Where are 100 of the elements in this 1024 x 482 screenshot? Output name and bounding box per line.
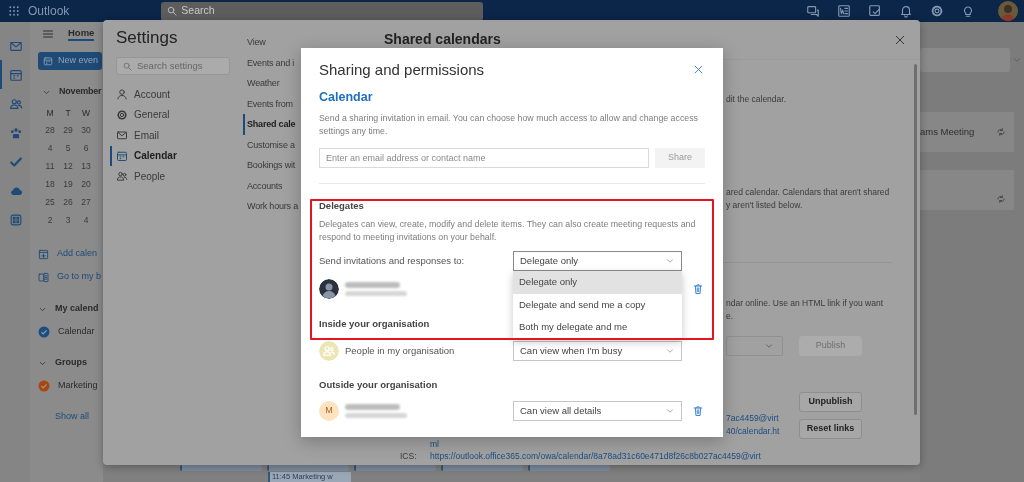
day-cell[interactable]: 2 <box>41 211 59 229</box>
event-title: ams Meeting <box>920 124 975 139</box>
day-cell[interactable]: 11 <box>41 157 59 175</box>
settings-category[interactable]: People <box>110 166 235 187</box>
day-cell[interactable]: 13 <box>77 157 95 175</box>
event-card[interactable]: ams Meeting <box>920 112 1014 152</box>
dropdown[interactable]: Can view all details <box>513 401 682 421</box>
select-field[interactable] <box>920 48 1010 72</box>
day-cell[interactable]: 18 <box>41 175 59 193</box>
settings-category[interactable]: Account <box>110 84 235 105</box>
description-text: e. <box>726 310 735 323</box>
avatar[interactable] <box>998 1 1018 21</box>
avatar: M <box>319 401 339 421</box>
app-name: Outlook <box>28 3 70 20</box>
email-field[interactable]: Enter an email address or contact name <box>319 148 649 168</box>
checkmark-icon <box>9 154 23 169</box>
unpublish-button[interactable]: Unpublish <box>799 391 862 412</box>
day-cell[interactable]: 19 <box>59 175 77 193</box>
description-text: dit the calendar. <box>726 93 787 106</box>
search-icon <box>167 6 178 16</box>
settings-category[interactable]: Email <box>110 125 235 146</box>
link[interactable]: 40/calendar.ht <box>726 424 799 438</box>
people-icon <box>116 170 128 183</box>
search-field[interactable]: Search settings <box>116 57 230 75</box>
close-button[interactable] <box>693 64 705 76</box>
day-cell[interactable]: 6 <box>77 139 95 157</box>
day-cell[interactable]: 28 <box>41 121 59 139</box>
settings-icon <box>116 108 128 121</box>
lightbulb-icon[interactable] <box>961 4 975 18</box>
menu-icon[interactable] <box>42 28 54 40</box>
chat-icon[interactable] <box>806 4 820 18</box>
group-heading[interactable]: My calend <box>55 302 99 316</box>
day-cell[interactable]: 12 <box>59 157 77 175</box>
day-cell[interactable]: 29 <box>59 121 77 139</box>
settings-title: Settings <box>116 27 179 49</box>
close-button[interactable] <box>894 33 906 46</box>
day-cell[interactable]: 20 <box>77 175 95 193</box>
settings-category[interactable]: General <box>110 104 235 125</box>
search-icon <box>123 61 132 71</box>
reset-links-button[interactable]: Reset links <box>799 418 862 439</box>
calendar-name[interactable]: Calendar <box>58 325 95 339</box>
group-heading[interactable]: Groups <box>55 356 87 370</box>
description-text: ared calendar. Calendars that aren't shared <box>726 186 891 199</box>
dropdown[interactable]: Can view when I'm busy <box>513 341 682 361</box>
sidebar-link[interactable]: Add calen <box>57 247 98 261</box>
trash-icon <box>692 283 704 295</box>
dropdown[interactable]: Delegate only <box>513 251 682 271</box>
group-avatar <box>319 341 339 361</box>
checked-note-icon[interactable] <box>868 4 882 18</box>
day-cell[interactable]: 3 <box>59 211 77 229</box>
day-cell[interactable]: 4 <box>77 211 95 229</box>
chevron-down-icon <box>1012 55 1022 65</box>
chevron-down-icon <box>665 346 675 356</box>
dropdown[interactable] <box>726 335 783 356</box>
app-launcher-icon[interactable] <box>8 5 20 17</box>
add-calendar-icon <box>38 248 49 260</box>
settings-icon[interactable] <box>930 4 944 18</box>
day-cell[interactable]: 27 <box>77 193 95 211</box>
document-icon[interactable] <box>837 4 851 18</box>
people-icon <box>9 96 23 111</box>
link[interactable]: ml <box>430 437 920 450</box>
description-text: ndar online. Use an HTML link if you want <box>726 297 884 310</box>
event-bar[interactable] <box>354 465 436 471</box>
delete-button[interactable] <box>692 405 704 417</box>
settings-category[interactable]: Calendar <box>110 145 235 166</box>
delete-button[interactable] <box>692 283 704 295</box>
description-text: Send a sharing invitation in email. You can choose how much access to allow and change access settings any time. <box>319 112 699 138</box>
panel-title: Shared calendars <box>384 30 501 49</box>
link[interactable]: https://outlook.office365.com/owa/calendar/8a78ad31c60e471d8f26c8b027ac4459@virt <box>430 449 761 462</box>
day-cell[interactable]: 25 <box>41 193 59 211</box>
event-bar[interactable] <box>441 465 523 471</box>
search-field[interactable]: Search <box>161 1 484 21</box>
event-bar[interactable] <box>528 465 610 471</box>
section-heading: Delegates <box>319 200 364 212</box>
event-bar[interactable] <box>180 465 262 471</box>
day-cell[interactable]: 30 <box>77 121 95 139</box>
sidebar-link[interactable]: Go to my b <box>57 270 101 284</box>
description-text: Delegates can view, create, modify and delete items. They can also create meeting requests and respond to meeting invitations on your behalf. <box>319 218 697 244</box>
section-heading: Inside your organisation <box>319 318 430 330</box>
day-cell[interactable]: 5 <box>59 139 77 157</box>
bell-icon[interactable] <box>899 4 913 18</box>
link[interactable]: 7ac4459@virt <box>726 411 799 425</box>
show-all-link[interactable]: Show all <box>55 410 90 424</box>
day-cell[interactable]: 26 <box>59 193 77 211</box>
checkbox[interactable] <box>38 326 50 338</box>
checkbox[interactable] <box>38 380 50 392</box>
home-tab[interactable]: Home <box>68 27 95 41</box>
chevron-down-icon <box>665 406 675 416</box>
calendar-name[interactable]: Marketing <box>58 379 98 393</box>
event-bar[interactable] <box>267 465 349 471</box>
day-cell[interactable]: 4 <box>41 139 59 157</box>
close-icon <box>693 64 704 75</box>
mail-icon <box>116 129 128 142</box>
description-text: y aren't listed below. <box>726 199 804 212</box>
avatar <box>319 279 339 299</box>
new-event-button[interactable]: New even <box>38 52 102 70</box>
menu-option[interactable]: Delegate only <box>513 271 682 294</box>
scrollbar[interactable] <box>914 64 917 415</box>
menu-option[interactable]: Delegate and send me a copy <box>513 293 682 317</box>
weekday-label: M <box>45 107 55 120</box>
